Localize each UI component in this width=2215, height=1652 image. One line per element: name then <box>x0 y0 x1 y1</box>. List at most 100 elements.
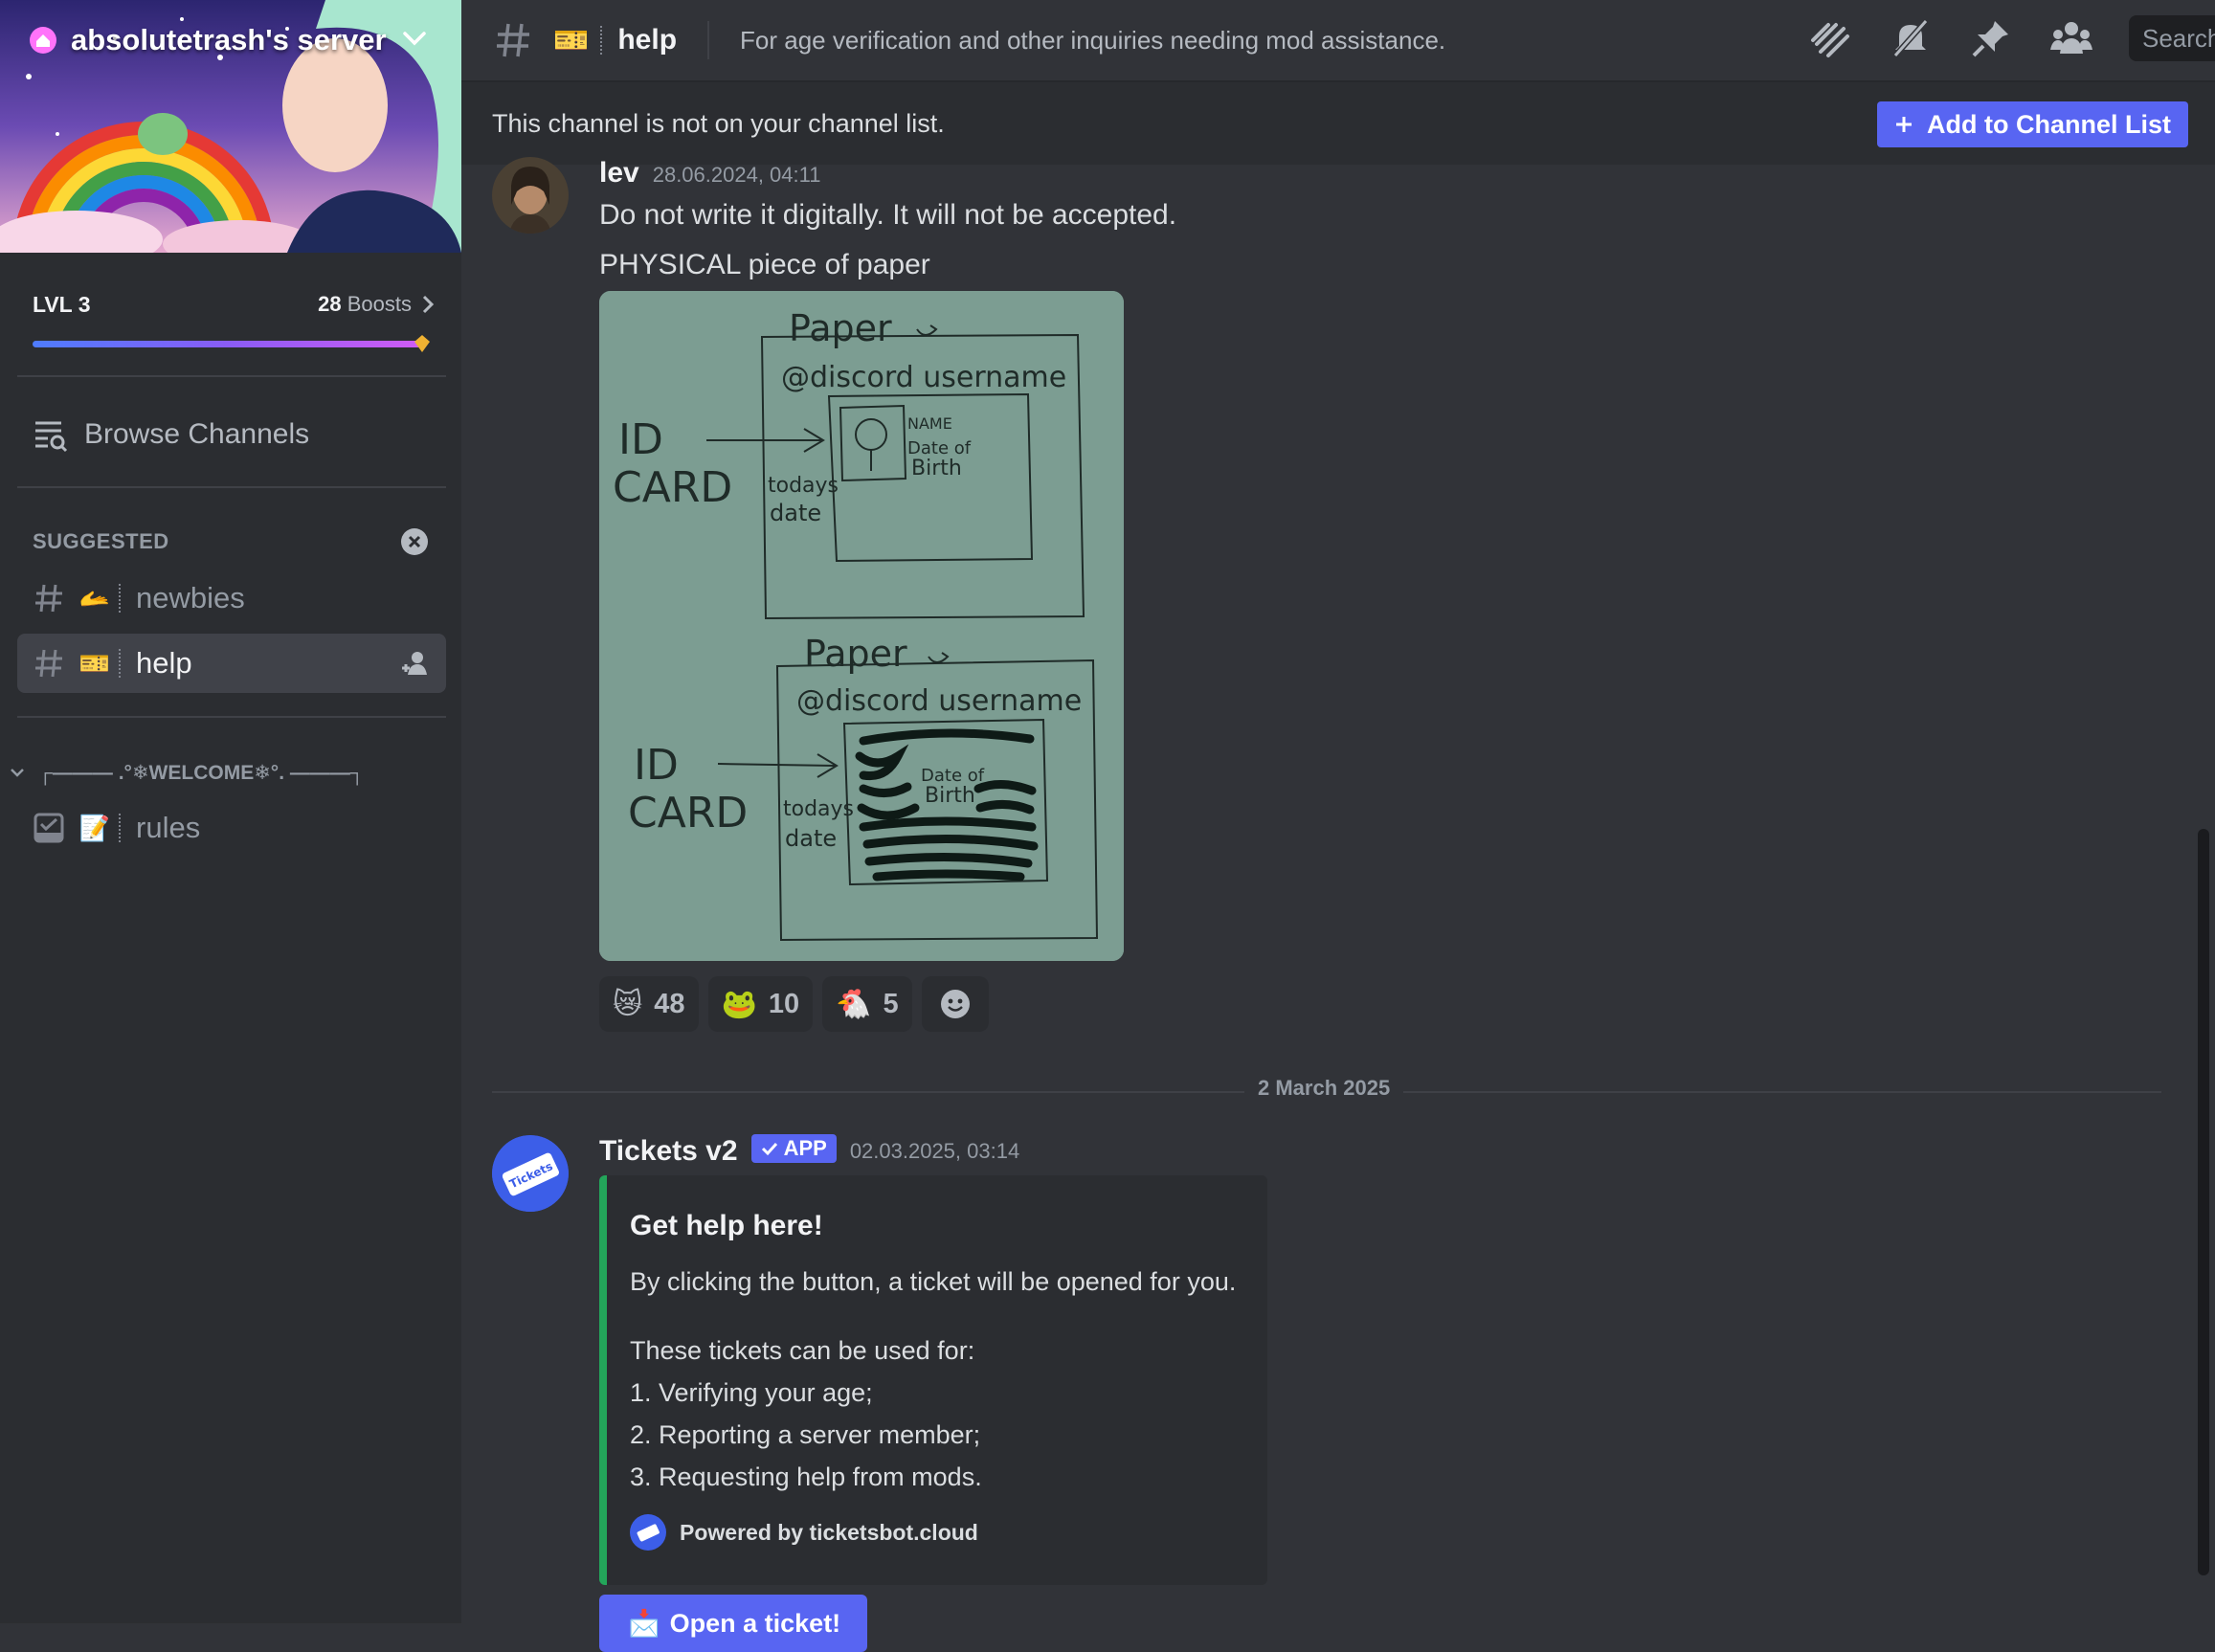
card-label: CARD <box>613 463 732 512</box>
date-label: date <box>785 825 837 852</box>
sidebar-item-rules[interactable]: 📝 rules <box>17 798 446 858</box>
boost-count-number: 28 <box>318 292 342 316</box>
date-divider-label: 2 March 2025 <box>1244 1076 1404 1101</box>
add-reaction-icon <box>940 990 970 1018</box>
avatar-image <box>492 157 569 234</box>
channel-sidebar: absolutetrash's server LVL 3 28 Boosts B… <box>0 0 461 1623</box>
embed-list-intro: These tickets can be used for: <box>630 1336 975 1365</box>
channel-label: newbies <box>136 581 245 614</box>
reaction-button[interactable]: 🐸 10 <box>707 976 814 1032</box>
boost-count-label: Boosts <box>347 292 412 316</box>
reaction-emoji: 🐸 <box>721 988 757 1020</box>
sidebar-divider <box>17 375 446 377</box>
birth-label: Birth <box>925 784 975 808</box>
date-label: date <box>770 500 821 526</box>
message-embed: Get help here! By clicking the button, a… <box>599 1175 1267 1585</box>
hash-icon <box>497 23 529 57</box>
username-label: @discord username <box>796 684 1082 718</box>
members-icon[interactable] <box>2048 15 2094 61</box>
sidebar-divider <box>17 486 446 488</box>
reaction-count: 5 <box>883 988 899 1019</box>
message-author[interactable]: Tickets v2 <box>599 1135 738 1168</box>
search-input[interactable]: Search <box>2129 15 2215 61</box>
sidebar-divider <box>17 716 446 718</box>
reaction-button[interactable]: 🐔 5 <box>822 976 912 1032</box>
pin-icon[interactable] <box>1968 15 2014 61</box>
server-name[interactable]: absolutetrash's server <box>29 17 387 63</box>
plus-icon <box>1896 117 1913 132</box>
sidebar-item-newbies[interactable]: 🫴 newbies <box>17 569 446 628</box>
notifications-muted-icon[interactable] <box>1888 15 1934 61</box>
server-name-label: absolutetrash's server <box>71 23 387 56</box>
message-header: lev 28.06.2024, 04:11 <box>599 157 820 190</box>
embed-footer-text: Powered by ticketsbot.cloud <box>680 1519 978 1545</box>
verified-check-icon <box>761 1142 777 1156</box>
reaction-emoji: 🐔 <box>836 988 872 1020</box>
reaction-count: 48 <box>654 988 685 1019</box>
sidebar-item-help[interactable]: 🎫 help <box>17 634 446 693</box>
channel-separator <box>600 26 604 55</box>
hash-icon <box>35 584 62 613</box>
embed-description: By clicking the button, a ticket will be… <box>630 1267 1237 1296</box>
channel-separator <box>119 649 123 678</box>
dob-label: Date of <box>921 766 985 786</box>
channel-topic[interactable]: For age verification and other inquiries… <box>740 26 1445 56</box>
category-welcome[interactable]: ┌——— .°❄WELCOME❄°. ———┐ <box>10 756 365 789</box>
boost-count: 28 Boosts <box>318 292 435 317</box>
add-to-channel-list-button[interactable]: Add to Channel List <box>1877 101 2188 147</box>
add-reaction-button[interactable] <box>921 976 989 1032</box>
open-ticket-emoji: 📩 <box>628 1609 660 1638</box>
channel-label: help <box>136 646 192 680</box>
message-timestamp: 28.06.2024, 04:11 <box>652 163 821 187</box>
embed-list-item: 2. Reporting a server member; <box>630 1420 981 1449</box>
channel-list-notice: This channel is not on your channel list… <box>461 82 2215 165</box>
create-invite-icon[interactable] <box>400 648 431 679</box>
message-author[interactable]: lev <box>599 157 639 190</box>
server-banner[interactable]: absolutetrash's server <box>0 0 461 253</box>
avatar[interactable] <box>492 157 569 234</box>
suggested-title: SUGGESTED <box>33 529 169 553</box>
reaction-emoji: 😿 <box>613 988 643 1020</box>
browse-channels-label: Browse Channels <box>84 418 310 450</box>
reactions-bar: 😿 48 🐸 10 🐔 5 <box>599 976 989 1032</box>
embed-list-item: 3. Requesting help from mods. <box>630 1462 982 1491</box>
channel-emoji: 🎫 <box>78 648 111 678</box>
boost-progress-row[interactable]: LVL 3 28 Boosts <box>33 287 435 322</box>
rules-channel-icon <box>34 813 64 843</box>
message-text: Do not write it digitally. It will not b… <box>599 199 1177 231</box>
channel-emoji: 🫴 <box>78 583 111 613</box>
reaction-button[interactable]: 😿 48 <box>599 976 699 1032</box>
browse-channels-button[interactable]: Browse Channels <box>33 410 309 459</box>
channel-emoji: 🎫 <box>553 24 590 56</box>
header-divider <box>707 21 710 59</box>
todays-label: todays <box>783 797 854 821</box>
ticketsbot-icon <box>630 1514 666 1551</box>
card-label: CARD <box>628 789 748 837</box>
username-label: @discord username <box>781 361 1066 394</box>
message-scrollbar[interactable] <box>2198 829 2209 1575</box>
embed-footer: Powered by ticketsbot.cloud <box>630 1514 978 1551</box>
id-label: ID <box>634 741 679 790</box>
todays-label: todays <box>768 474 839 498</box>
chevron-right-icon <box>422 295 435 314</box>
boost-progress-bar <box>33 341 421 347</box>
boost-gem-icon <box>414 335 430 352</box>
reaction-count: 10 <box>768 988 800 1019</box>
paper-label: Paper <box>789 307 892 349</box>
embed-title: Get help here! <box>630 1210 823 1241</box>
threads-icon[interactable] <box>1807 15 1853 61</box>
bot-avatar[interactable]: Tickets <box>492 1135 569 1212</box>
close-icon[interactable] <box>400 527 429 556</box>
channel-separator <box>119 584 123 613</box>
header-toolbar: Search <box>1807 15 2215 61</box>
app-badge-label: APP <box>783 1136 827 1160</box>
message-timestamp: 02.03.2025, 03:14 <box>849 1139 1020 1163</box>
open-ticket-button[interactable]: 📩 Open a ticket! <box>599 1595 867 1652</box>
chevron-down-icon[interactable] <box>400 27 429 50</box>
chevron-down-icon <box>11 769 24 777</box>
hash-icon <box>35 649 62 678</box>
category-label: ┌——— .°❄WELCOME❄°. ———┐ <box>38 761 365 784</box>
image-attachment[interactable]: Paper @discord username ID CARD todays d… <box>599 291 1124 961</box>
server-level: LVL 3 <box>33 291 91 317</box>
name-label: NAME <box>907 414 952 433</box>
